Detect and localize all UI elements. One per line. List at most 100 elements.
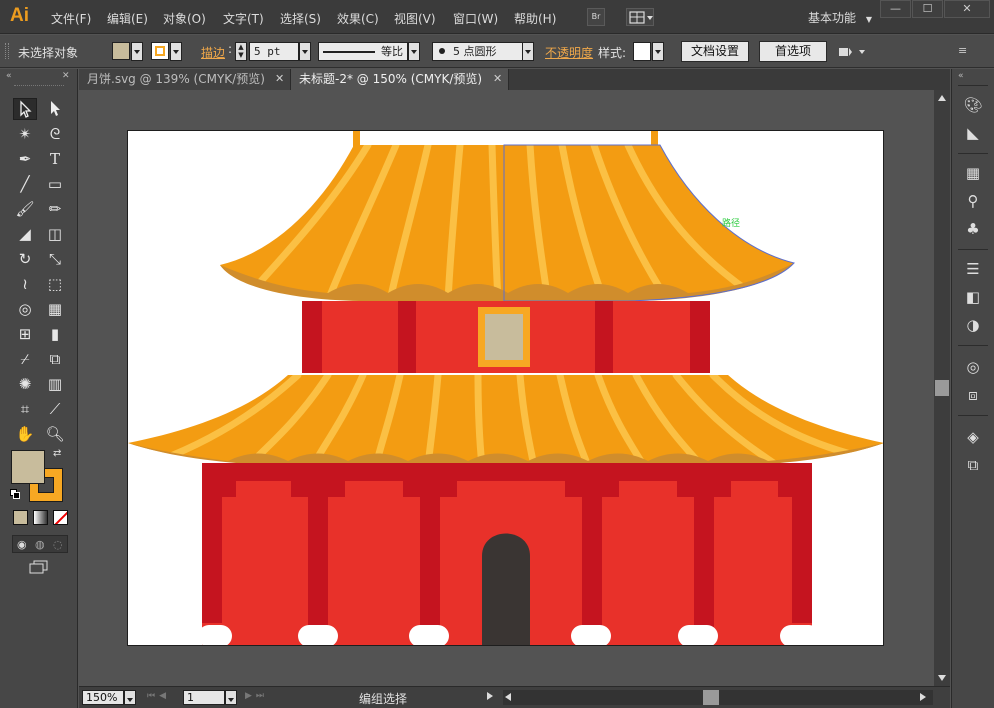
selection-tool-icon[interactable] <box>13 98 37 120</box>
symbols-icon[interactable]: ♣ <box>962 219 984 239</box>
blob-brush-tool-icon[interactable]: ◢ <box>13 223 37 245</box>
horizontal-scroll-thumb[interactable] <box>703 690 719 705</box>
style-dropdown[interactable] <box>652 42 664 61</box>
grip-handle[interactable] <box>5 43 9 59</box>
draw-normal-icon[interactable]: ◉ <box>17 538 27 551</box>
gradient-mode-button[interactable] <box>33 510 48 525</box>
column-graph-tool-icon[interactable]: ▥ <box>43 373 67 395</box>
horizontal-scrollbar[interactable] <box>503 690 933 705</box>
menu-type[interactable]: 文字(T) <box>223 10 264 27</box>
palace-door[interactable] <box>482 533 530 647</box>
transparency-panel-icon[interactable]: ◑ <box>962 315 984 335</box>
color-mode-button[interactable] <box>13 510 28 525</box>
main-hall[interactable] <box>198 463 820 646</box>
none-mode-button[interactable] <box>53 510 68 525</box>
stroke-weight-dropdown[interactable] <box>299 42 311 61</box>
zoom-field[interactable]: 150% <box>82 690 124 705</box>
panel-grip[interactable] <box>14 85 64 86</box>
fill-color-box[interactable] <box>11 450 45 484</box>
scroll-up-icon[interactable] <box>938 95 946 101</box>
swap-fill-stroke-icon[interactable]: ⇄ <box>53 448 61 459</box>
stroke-weight-field[interactable]: 5 pt <box>249 42 299 61</box>
color-panel-icon[interactable]: 🎨︎ <box>962 95 984 115</box>
workspace-switcher[interactable]: 基本功能 ▼ <box>808 9 872 26</box>
expand-panels-icon[interactable]: « <box>958 71 964 81</box>
paintbrush-tool-icon[interactable]: 🖌 <box>13 198 37 220</box>
symbol-sprayer-tool-icon[interactable]: ✺ <box>13 373 37 395</box>
scroll-left-icon[interactable] <box>505 693 511 701</box>
upper-roof[interactable] <box>220 145 794 301</box>
stroke-dropdown[interactable] <box>170 42 182 61</box>
shape-builder-tool-icon[interactable]: ◎ <box>13 298 37 320</box>
direct-selection-tool-icon[interactable] <box>43 98 67 120</box>
brush-field[interactable]: 5 点圆形 <box>432 42 534 61</box>
middle-band[interactable] <box>302 301 710 373</box>
tab-untitled-2[interactable]: 未标题-2* @ 150% (CMYK/预览) ✕ <box>291 69 509 90</box>
draw-behind-icon[interactable]: ◍ <box>35 538 45 551</box>
hand-tool-icon[interactable]: ✋ <box>13 423 37 445</box>
collapse-panel-icon[interactable]: « <box>6 71 12 81</box>
type-tool-icon[interactable]: T <box>43 148 67 170</box>
fill-dropdown[interactable] <box>131 42 143 61</box>
lasso-tool-icon[interactable]: ᘓ <box>43 123 67 145</box>
zoom-tool-icon[interactable]: 🔍︎ <box>43 423 67 445</box>
style-swatch[interactable] <box>633 42 651 61</box>
stroke-label[interactable]: 描边 <box>201 44 225 61</box>
artboard[interactable]: 路径 <box>127 130 884 646</box>
opacity-label[interactable]: 不透明度 <box>545 44 593 61</box>
profile-field[interactable]: 等比 <box>318 42 408 61</box>
artboards-panel-icon[interactable]: ⧉ <box>962 455 984 475</box>
canvas-area[interactable]: 路径 <box>79 90 934 686</box>
stroke-stepper[interactable]: ▲ ▼ <box>235 42 247 61</box>
screen-mode-button[interactable] <box>28 559 50 575</box>
close-icon[interactable]: ✕ <box>275 69 284 89</box>
arrange-menu-button[interactable] <box>838 44 868 60</box>
panel-close-icon[interactable]: ✕ <box>62 71 70 81</box>
eraser-tool-icon[interactable]: ◫ <box>43 223 67 245</box>
lower-roof[interactable] <box>128 375 884 467</box>
graphic-styles-icon[interactable]: ⧈ <box>962 385 984 405</box>
zoom-dropdown[interactable] <box>124 690 136 705</box>
default-colors-icon[interactable] <box>10 489 20 499</box>
panel-menu-icon[interactable]: ≡ <box>958 44 974 60</box>
line-segment-tool-icon[interactable]: ╱ <box>13 173 37 195</box>
menu-help[interactable]: 帮助(H) <box>514 10 556 27</box>
slice-tool-icon[interactable]: ⟋ <box>43 398 67 420</box>
pen-tool-icon[interactable]: ✒ <box>13 148 37 170</box>
vertical-scrollbar[interactable] <box>934 90 950 686</box>
profile-dropdown[interactable] <box>408 42 420 61</box>
artboard-number-field[interactable]: 1 <box>183 690 225 705</box>
preferences-button[interactable]: 首选项 <box>759 41 827 62</box>
menu-effect[interactable]: 效果(C) <box>337 10 379 27</box>
menu-edit[interactable]: 编辑(E) <box>107 10 148 27</box>
fill-swatch[interactable] <box>112 42 130 60</box>
palace-artwork[interactable]: 路径 <box>128 131 884 646</box>
stroke-swatch[interactable] <box>151 42 169 60</box>
stroke-panel-icon[interactable]: ☰ <box>962 259 984 279</box>
color-guide-icon[interactable]: ◣ <box>962 123 984 143</box>
artboard-tool-icon[interactable]: ⌗ <box>13 398 37 420</box>
gradient-panel-icon[interactable]: ◧ <box>962 287 984 307</box>
menu-window[interactable]: 窗口(W) <box>453 10 498 27</box>
mesh-tool-icon[interactable]: ⊞ <box>13 323 37 345</box>
pencil-tool-icon[interactable]: ✏ <box>43 198 67 220</box>
menu-select[interactable]: 选择(S) <box>280 10 321 27</box>
menu-view[interactable]: 视图(V) <box>394 10 436 27</box>
scroll-down-icon[interactable] <box>938 675 946 681</box>
close-icon[interactable]: ✕ <box>493 69 502 89</box>
bridge-button[interactable]: Br <box>587 8 605 26</box>
brush-dropdown[interactable] <box>522 42 534 61</box>
layers-panel-icon[interactable]: ◈ <box>962 427 984 447</box>
draw-inside-icon[interactable]: ◌ <box>53 538 63 551</box>
eyedropper-tool-icon[interactable]: ⌿ <box>13 348 37 370</box>
artboard-nav-prev-icons[interactable]: ⏮◀ <box>147 691 170 701</box>
magic-wand-tool-icon[interactable]: ✴ <box>13 123 37 145</box>
swatches-icon[interactable]: ▦ <box>962 163 984 183</box>
status-menu-arrow-icon[interactable] <box>487 692 493 700</box>
minimize-button[interactable]: — <box>880 0 911 18</box>
artboard-dropdown[interactable] <box>225 690 237 705</box>
blend-tool-icon[interactable]: ⧉ <box>43 348 67 370</box>
tab-mooncake-svg[interactable]: 月饼.svg @ 139% (CMYK/预览) ✕ <box>79 69 291 90</box>
free-transform-tool-icon[interactable]: ⬚ <box>43 273 67 295</box>
brushes-icon[interactable]: ⚲ <box>962 191 984 211</box>
